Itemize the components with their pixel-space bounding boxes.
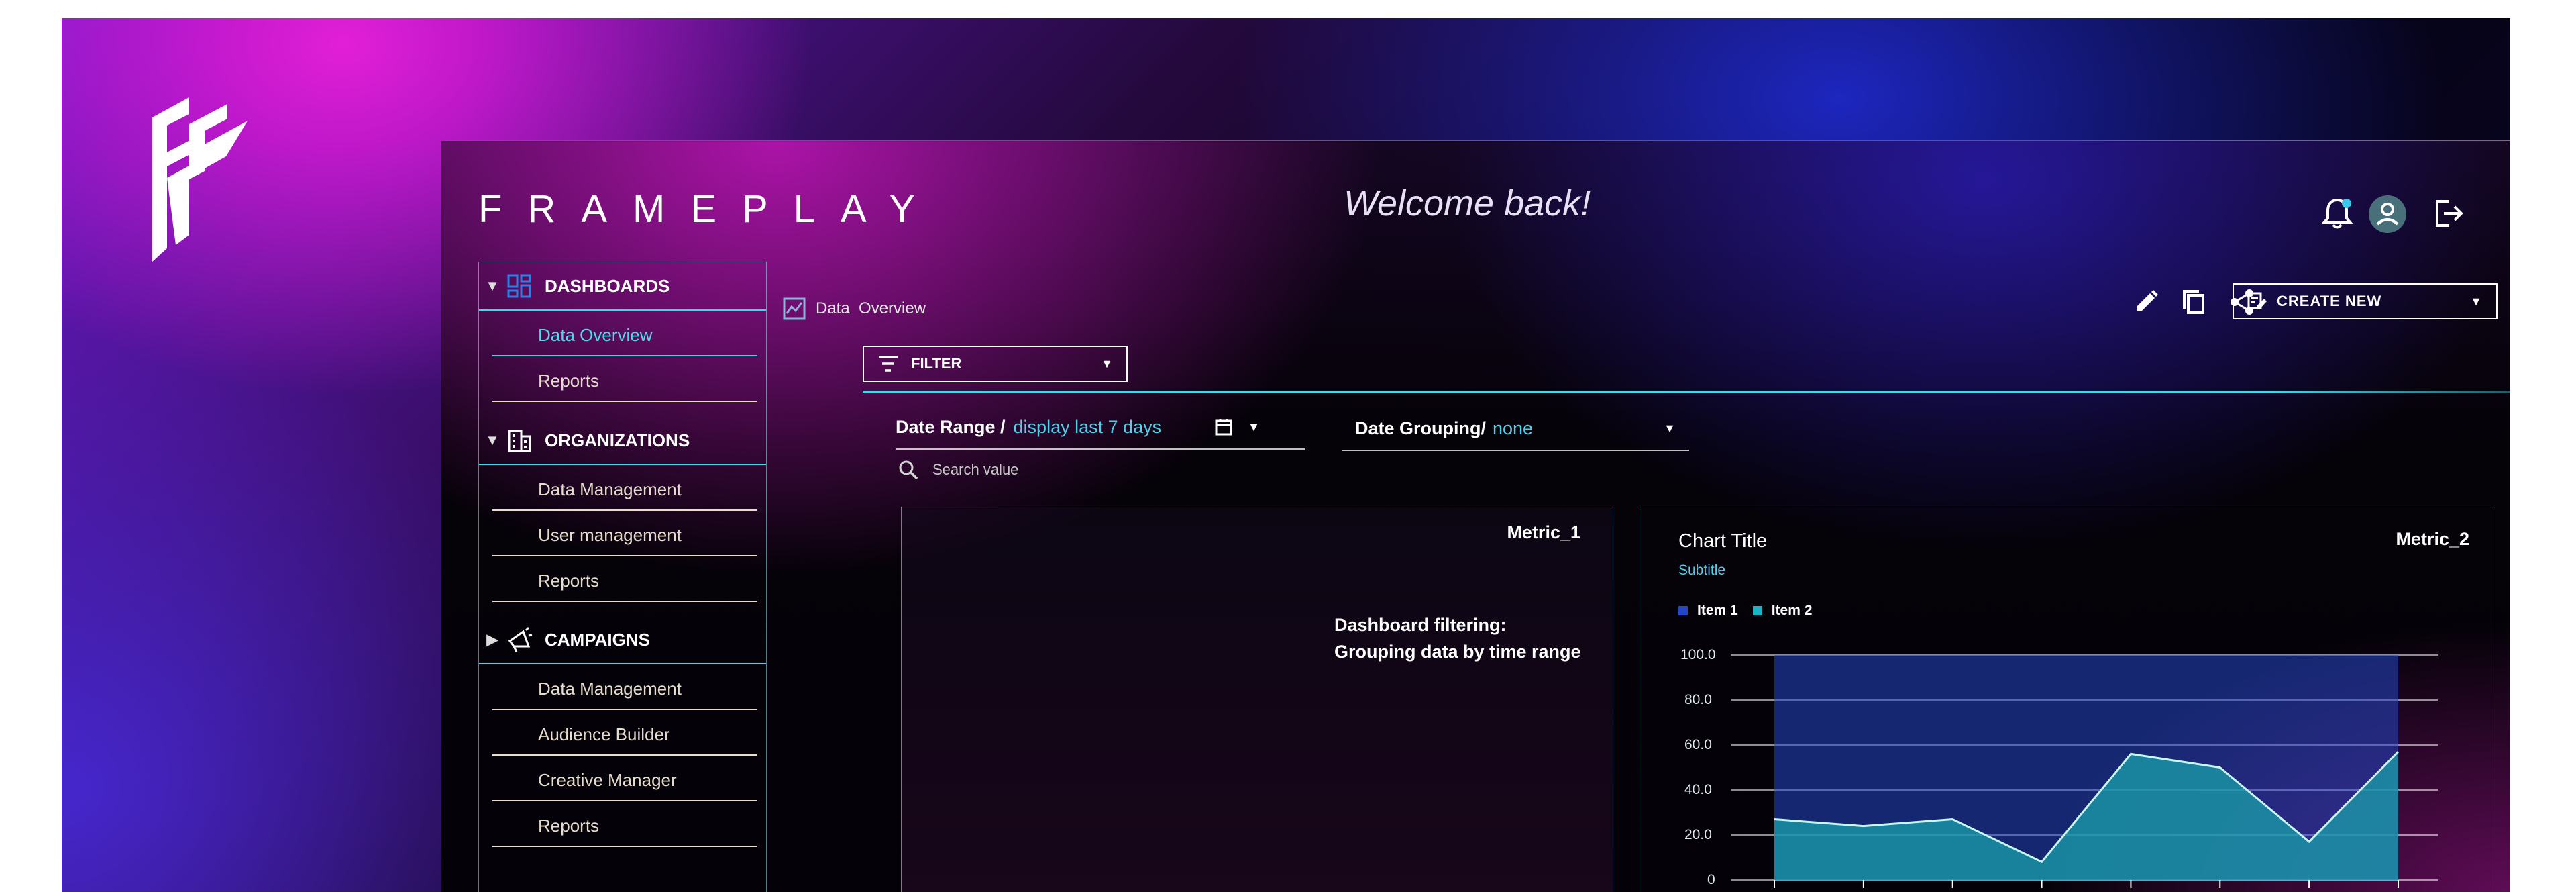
field-underline bbox=[896, 448, 1305, 450]
dashboard-icon bbox=[507, 274, 531, 298]
sidebar-section-label: CAMPAIGNS bbox=[545, 629, 650, 650]
sidebar-section-label: DASHBOARDS bbox=[545, 275, 670, 296]
app-window: FRAMEPLAY Welcome back! ▼ DASHBOARDS Dat… bbox=[441, 140, 2510, 892]
date-range-select[interactable]: Date Range / display last 7 days ▼ bbox=[896, 413, 1268, 440]
note-line: Dashboard filtering: bbox=[1334, 615, 1507, 635]
date-grouping-value: none bbox=[1493, 417, 1534, 438]
search-field[interactable]: Search value bbox=[898, 456, 1246, 483]
chevron-down-icon: ▼ bbox=[485, 432, 500, 448]
welcome-message: Welcome back! bbox=[1344, 183, 1591, 224]
date-range-label: Date Range / bbox=[896, 416, 1006, 437]
page-title: Data Overview bbox=[816, 299, 926, 317]
sidebar-item-data-management[interactable]: Data Management bbox=[492, 668, 757, 710]
sidebar-section-organizations[interactable]: ▼ ORGANIZATIONS bbox=[479, 417, 766, 464]
note-line: Grouping data by time range bbox=[1334, 642, 1581, 662]
sidebar-item-reports[interactable]: Reports bbox=[492, 560, 757, 602]
breadcrumb: Data Overview bbox=[782, 297, 926, 321]
sidebar-section-label: ORGANIZATIONS bbox=[545, 430, 690, 450]
section-divider bbox=[479, 464, 766, 465]
sidebar-section-dashboards[interactable]: ▼ DASHBOARDS bbox=[479, 262, 766, 309]
toolbar-divider bbox=[863, 391, 2510, 393]
metric-1-panel: Metric_1 Dashboard filtering: Grouping d… bbox=[901, 507, 1613, 892]
search-input[interactable]: Search value bbox=[932, 461, 1018, 479]
sidebar-item-data-overview[interactable]: Data Overview bbox=[492, 315, 757, 356]
caret-down-icon: ▼ bbox=[1664, 421, 1676, 435]
sidebar-item-audience-builder[interactable]: Audience Builder bbox=[492, 714, 757, 756]
date-grouping-select[interactable]: Date Grouping/ none ▼ bbox=[1355, 415, 1676, 442]
notification-bell-icon[interactable] bbox=[2321, 196, 2353, 231]
chart-plot bbox=[1731, 654, 2438, 888]
sidebar-item-creative-manager[interactable]: Creative Manager bbox=[492, 760, 757, 801]
section-divider bbox=[479, 663, 766, 664]
caret-down-icon: ▼ bbox=[2470, 294, 2483, 308]
filter-icon bbox=[879, 356, 898, 372]
date-range-value: display last 7 days bbox=[1013, 416, 1162, 437]
caret-down-icon: ▼ bbox=[1101, 356, 1113, 370]
create-new-label: CREATE NEW bbox=[2277, 293, 2382, 309]
note-add-icon bbox=[2247, 292, 2267, 309]
panel-title: Metric_1 bbox=[1507, 522, 1580, 542]
chart-icon bbox=[783, 297, 806, 320]
date-grouping-label: Date Grouping/ bbox=[1355, 417, 1486, 438]
sidebar-item-reports[interactable]: Reports bbox=[492, 360, 757, 402]
brand-logo: FRAMEPLAY bbox=[478, 187, 941, 231]
sidebar-item-reports[interactable]: Reports bbox=[492, 805, 757, 847]
chevron-right-icon: ▶ bbox=[486, 631, 498, 648]
caret-down-icon: ▼ bbox=[1248, 419, 1260, 434]
search-icon bbox=[899, 460, 918, 480]
copy-icon[interactable] bbox=[2179, 287, 2208, 317]
building-icon bbox=[508, 430, 531, 452]
field-underline bbox=[1342, 450, 1689, 451]
filter-button[interactable]: FILTER ▼ bbox=[863, 346, 1128, 382]
sidebar-section-campaigns[interactable]: ▶ CAMPAIGNS bbox=[479, 616, 766, 663]
calendar-icon[interactable] bbox=[1214, 417, 1233, 436]
filter-label: FILTER bbox=[911, 355, 962, 372]
create-new-button[interactable]: CREATE NEW ▼ bbox=[2233, 283, 2498, 319]
logout-icon[interactable] bbox=[2432, 197, 2465, 230]
sidebar: ▼ DASHBOARDS Data Overview Reports ▼ ORG… bbox=[478, 262, 767, 892]
metric-2-panel: Chart Title Subtitle Metric_2 Item 1 Ite… bbox=[1640, 507, 2496, 892]
sidebar-item-user-management[interactable]: User management bbox=[492, 515, 757, 556]
sidebar-item-data-management[interactable]: Data Management bbox=[492, 469, 757, 511]
chevron-down-icon: ▼ bbox=[485, 277, 500, 294]
panel-note: Dashboard filtering: Grouping data by ti… bbox=[1334, 611, 1581, 665]
edit-icon[interactable] bbox=[2131, 287, 2161, 317]
section-divider bbox=[479, 309, 766, 311]
avatar[interactable] bbox=[2368, 195, 2407, 234]
hero-background: FRAMEPLAY Welcome back! ▼ DASHBOARDS Dat… bbox=[62, 18, 2510, 892]
frameplay-logo-mark bbox=[152, 97, 248, 262]
megaphone-icon bbox=[508, 626, 533, 652]
